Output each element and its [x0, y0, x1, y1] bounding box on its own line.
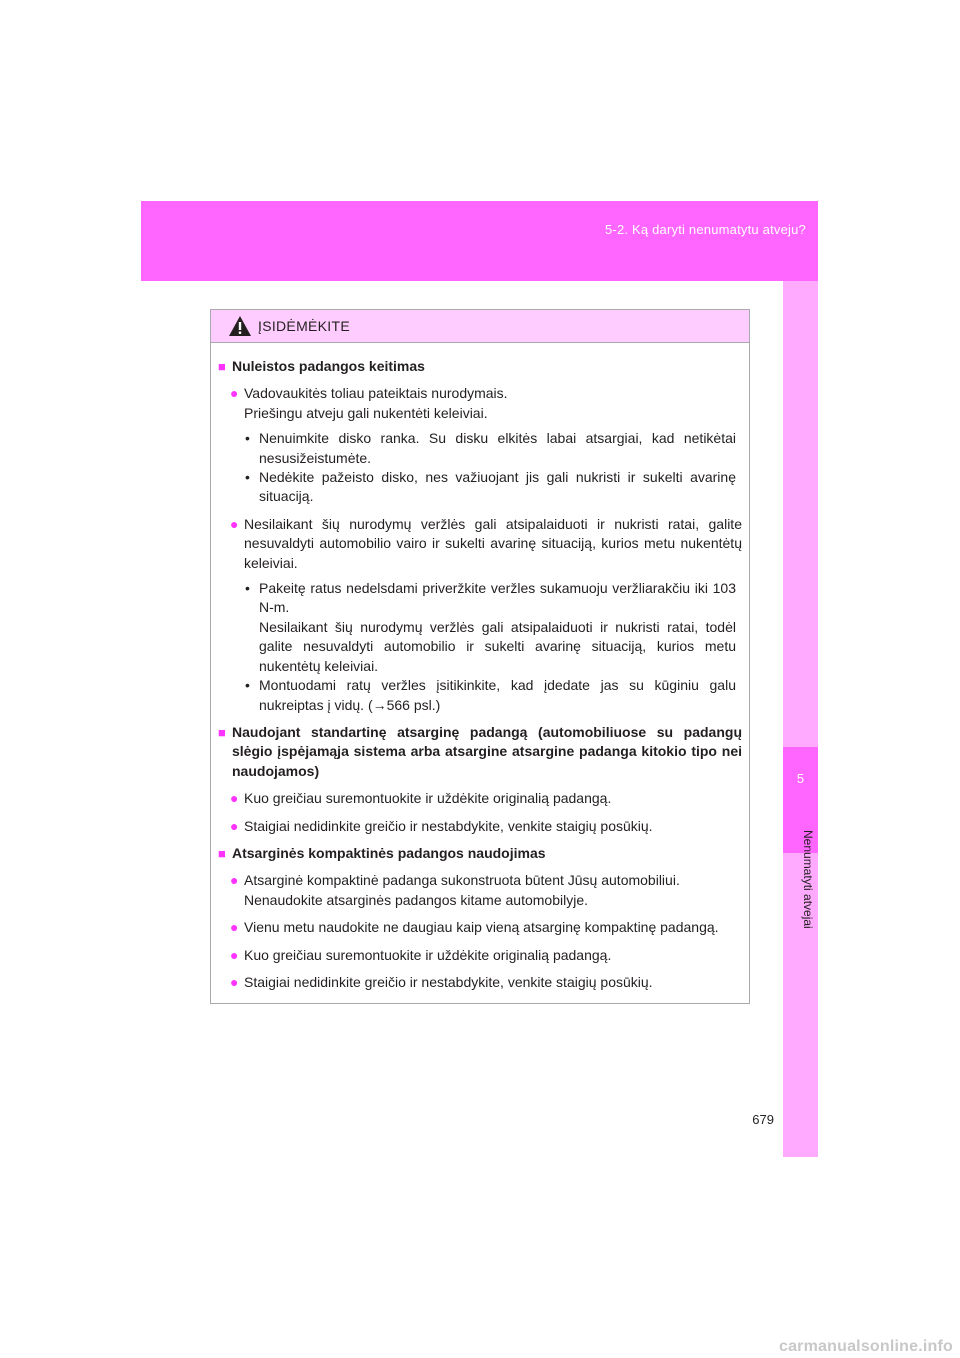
list-item: ● Vadovaukitės toliau pateiktais nurodym… [218, 384, 742, 423]
sub-list-item: • Nedėkite pažeisto disko, nes važiuojan… [218, 468, 742, 507]
round-bullet-icon: ● [230, 973, 239, 990]
square-bullet-icon: ■ [218, 845, 226, 861]
sub-list-item: • Pakeitę ratus nedelsdami priveržkite v… [218, 579, 742, 676]
section-heading: ■ Nuleistos padangos keitimas [218, 357, 742, 376]
caution-box: ĮSIDĖMĖKITE ■ Nuleistos padangos keitima… [210, 309, 750, 1004]
list-item: ● Kuo greičiau suremontuokite ir uždėkit… [218, 789, 742, 808]
section-heading: ■ Naudojant standartinę atsarginę padang… [218, 723, 742, 781]
header-band: 5-2. Ką daryti nenumatytu atveju? [141, 201, 818, 281]
round-bullet-icon: ● [230, 817, 239, 834]
sub-list-item: • Montuodami ratų veržles įsitikinkite, … [218, 676, 742, 715]
caution-title: ĮSIDĖMĖKITE [258, 318, 350, 334]
list-item: ● Nesilaikant šių nurodymų veržlės gali … [218, 515, 742, 573]
round-bullet-icon: ● [230, 946, 239, 963]
round-bullet-icon: ● [230, 385, 239, 402]
sub-bullet-icon: • [245, 430, 250, 447]
chapter-title: Nenumatyti atvejai [801, 830, 815, 929]
chapter-side-strip [783, 281, 818, 1157]
sub-bullet-icon: • [245, 580, 250, 597]
list-item: ● Atsarginė kompaktinė padanga sukonstru… [218, 871, 742, 910]
round-bullet-icon: ● [230, 872, 239, 889]
sub-bullet-icon: • [245, 469, 250, 486]
list-item: ● Staigiai nedidinkite greičio ir nestab… [218, 973, 742, 992]
watermark: carmanualsonline.info [778, 1338, 953, 1355]
round-bullet-icon: ● [230, 515, 239, 532]
square-bullet-icon: ■ [218, 724, 226, 740]
section-heading: ■ Atsarginės kompaktinės padangos naudoj… [218, 844, 742, 863]
caution-body: ■ Nuleistos padangos keitimas ● Vadovauk… [211, 343, 749, 992]
sub-list-item: • Nenuimkite disko ranka. Su disku elkit… [218, 429, 742, 468]
round-bullet-icon: ● [230, 919, 239, 936]
list-item: ● Staigiai nedidinkite greičio ir nestab… [218, 817, 742, 836]
square-bullet-icon: ■ [218, 359, 226, 374]
list-item: ● Vienu metu naudokite ne daugiau kaip v… [218, 918, 742, 937]
caution-header: ĮSIDĖMĖKITE [211, 310, 749, 343]
page-number: 679 [752, 1112, 774, 1127]
chapter-number: 5 [796, 771, 805, 786]
section-title: 5-2. Ką daryti nenumatytu atveju? [605, 222, 806, 237]
warning-triangle-icon [229, 316, 251, 336]
sub-bullet-icon: • [245, 677, 250, 694]
list-item: ● Kuo greičiau suremontuokite ir uždėkit… [218, 946, 742, 965]
round-bullet-icon: ● [230, 790, 239, 807]
